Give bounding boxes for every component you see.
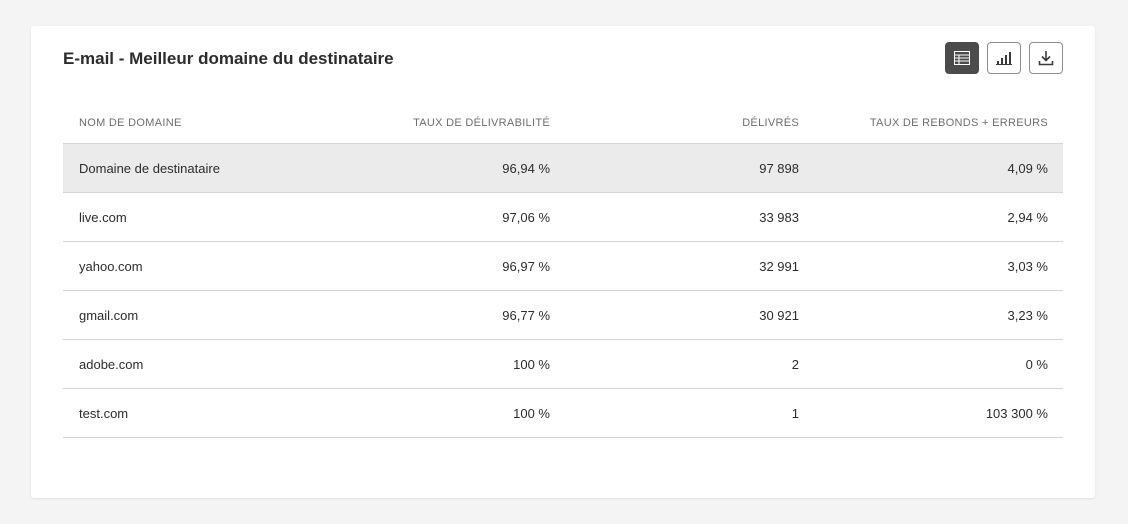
cell-bounce-rate: 3,03 % bbox=[1007, 258, 1048, 274]
cell-bounce-rate: 3,23 % bbox=[1007, 307, 1048, 323]
table-icon bbox=[954, 51, 970, 65]
chart-view-button[interactable] bbox=[987, 42, 1021, 74]
table-view-button[interactable] bbox=[945, 42, 979, 74]
table-row: live.com 97,06 % 33 983 2,94 % bbox=[63, 193, 1063, 242]
cell-deliverability: 96,97 % bbox=[502, 258, 550, 274]
table-row-summary: Domaine de destinataire 96,94 % 97 898 4… bbox=[63, 143, 1063, 193]
download-icon bbox=[1038, 50, 1054, 66]
cell-delivered: 2 bbox=[791, 356, 799, 372]
cell-bounce-rate: 4,09 % bbox=[1007, 160, 1048, 176]
domain-table: NOM DE DOMAINE TAUX DE DÉLIVRABILITÉ DÉL… bbox=[63, 102, 1063, 438]
column-header-bounce-rate[interactable]: TAUX DE REBONDS + ERREURS bbox=[799, 117, 1048, 129]
table-row: test.com 100 % 1 103 300 % bbox=[63, 389, 1063, 438]
cell-bounce-rate: 103 300 % bbox=[985, 405, 1048, 421]
column-header-deliverability[interactable]: TAUX DE DÉLIVRABILITÉ bbox=[313, 117, 550, 129]
bar-chart-icon bbox=[996, 51, 1012, 65]
download-button[interactable] bbox=[1029, 42, 1063, 74]
cell-deliverability: 96,77 % bbox=[502, 307, 550, 323]
column-header-domain[interactable]: NOM DE DOMAINE bbox=[63, 117, 313, 129]
cell-delivered: 30 921 bbox=[759, 307, 799, 323]
view-toolbar bbox=[945, 42, 1063, 74]
recipient-domain-widget: E-mail - Meilleur domaine du destinatair… bbox=[31, 26, 1095, 498]
cell-deliverability: 96,94 % bbox=[502, 160, 550, 176]
cell-domain: Domaine de destinataire bbox=[79, 160, 220, 176]
cell-deliverability: 100 % bbox=[513, 356, 550, 372]
cell-bounce-rate: 0 % bbox=[1025, 356, 1048, 372]
table-header: NOM DE DOMAINE TAUX DE DÉLIVRABILITÉ DÉL… bbox=[63, 102, 1063, 143]
cell-bounce-rate: 2,94 % bbox=[1007, 209, 1048, 225]
column-header-delivered[interactable]: DÉLIVRÉS bbox=[550, 117, 799, 129]
cell-deliverability: 97,06 % bbox=[502, 209, 550, 225]
table-row: adobe.com 100 % 2 0 % bbox=[63, 340, 1063, 389]
cell-domain: test.com bbox=[79, 405, 129, 421]
cell-domain: live.com bbox=[79, 209, 127, 225]
cell-delivered: 32 991 bbox=[759, 258, 799, 274]
cell-deliverability: 100 % bbox=[513, 405, 550, 421]
cell-delivered: 33 983 bbox=[759, 209, 799, 225]
cell-domain: yahoo.com bbox=[79, 258, 143, 274]
cell-delivered: 1 bbox=[791, 405, 799, 421]
table-row: gmail.com 96,77 % 30 921 3,23 % bbox=[63, 291, 1063, 340]
widget-title: E-mail - Meilleur domaine du destinatair… bbox=[63, 49, 394, 68]
cell-delivered: 97 898 bbox=[759, 160, 799, 176]
cell-domain: gmail.com bbox=[79, 307, 139, 323]
table-row: yahoo.com 96,97 % 32 991 3,03 % bbox=[63, 242, 1063, 291]
cell-domain: adobe.com bbox=[79, 356, 144, 372]
